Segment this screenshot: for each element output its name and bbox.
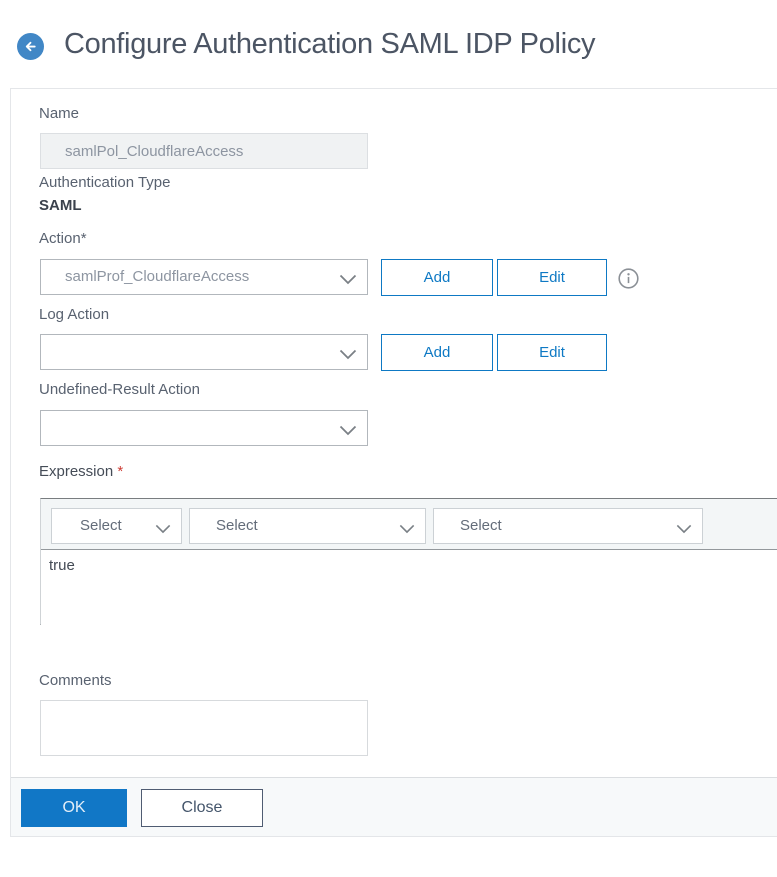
- ok-button[interactable]: OK: [21, 789, 127, 827]
- action-label: Action*: [39, 230, 87, 247]
- expression-editor: Select Select Select true: [40, 498, 777, 625]
- expression-label-text: Expression: [39, 463, 114, 480]
- action-select-value: samlProf_CloudflareAccess: [65, 268, 250, 285]
- configure-saml-idp-policy-page: Configure Authentication SAML IDP Policy…: [0, 0, 777, 877]
- log-action-edit-button[interactable]: Edit: [497, 334, 607, 371]
- chevron-down-icon: [676, 521, 692, 539]
- expression-textarea[interactable]: true: [41, 550, 777, 625]
- action-edit-button[interactable]: Edit: [497, 259, 607, 296]
- expression-select-3-value: Select: [460, 517, 502, 534]
- undefined-result-select[interactable]: [40, 410, 368, 446]
- required-asterisk: *: [117, 463, 124, 480]
- comments-label: Comments: [39, 672, 112, 689]
- form-panel: Name Authentication Type SAML Action* sa…: [10, 88, 777, 837]
- expression-select-2[interactable]: Select: [189, 508, 426, 544]
- log-action-add-button[interactable]: Add: [381, 334, 493, 371]
- expression-select-1[interactable]: Select: [51, 508, 182, 544]
- chevron-down-icon: [339, 272, 357, 290]
- chevron-down-icon: [155, 521, 171, 539]
- auth-type-label: Authentication Type: [39, 174, 171, 191]
- name-label: Name: [39, 105, 80, 122]
- comments-textarea[interactable]: [40, 700, 368, 756]
- expression-editor-toolbar: Select Select Select: [41, 499, 777, 550]
- expression-select-3[interactable]: Select: [433, 508, 703, 544]
- action-add-button[interactable]: Add: [381, 259, 493, 296]
- arrow-left-icon: [23, 39, 38, 54]
- close-button[interactable]: Close: [141, 789, 263, 827]
- chevron-down-icon: [399, 521, 415, 539]
- action-select[interactable]: samlProf_CloudflareAccess: [40, 259, 368, 295]
- log-action-label: Log Action: [39, 306, 110, 323]
- log-action-select[interactable]: [40, 334, 368, 370]
- auth-type-value: SAML: [39, 197, 82, 214]
- info-icon[interactable]: [618, 268, 639, 289]
- chevron-down-icon: [339, 423, 357, 441]
- expression-label: Expression *: [39, 463, 123, 480]
- expression-select-2-value: Select: [216, 517, 258, 534]
- footer-bar: OK Close: [11, 777, 777, 836]
- name-input[interactable]: [40, 133, 368, 169]
- undefined-result-label: Undefined-Result Action: [39, 381, 200, 398]
- expression-select-1-value: Select: [80, 517, 122, 534]
- back-button[interactable]: [17, 33, 44, 60]
- page-title: Configure Authentication SAML IDP Policy: [64, 28, 596, 60]
- chevron-down-icon: [339, 347, 357, 365]
